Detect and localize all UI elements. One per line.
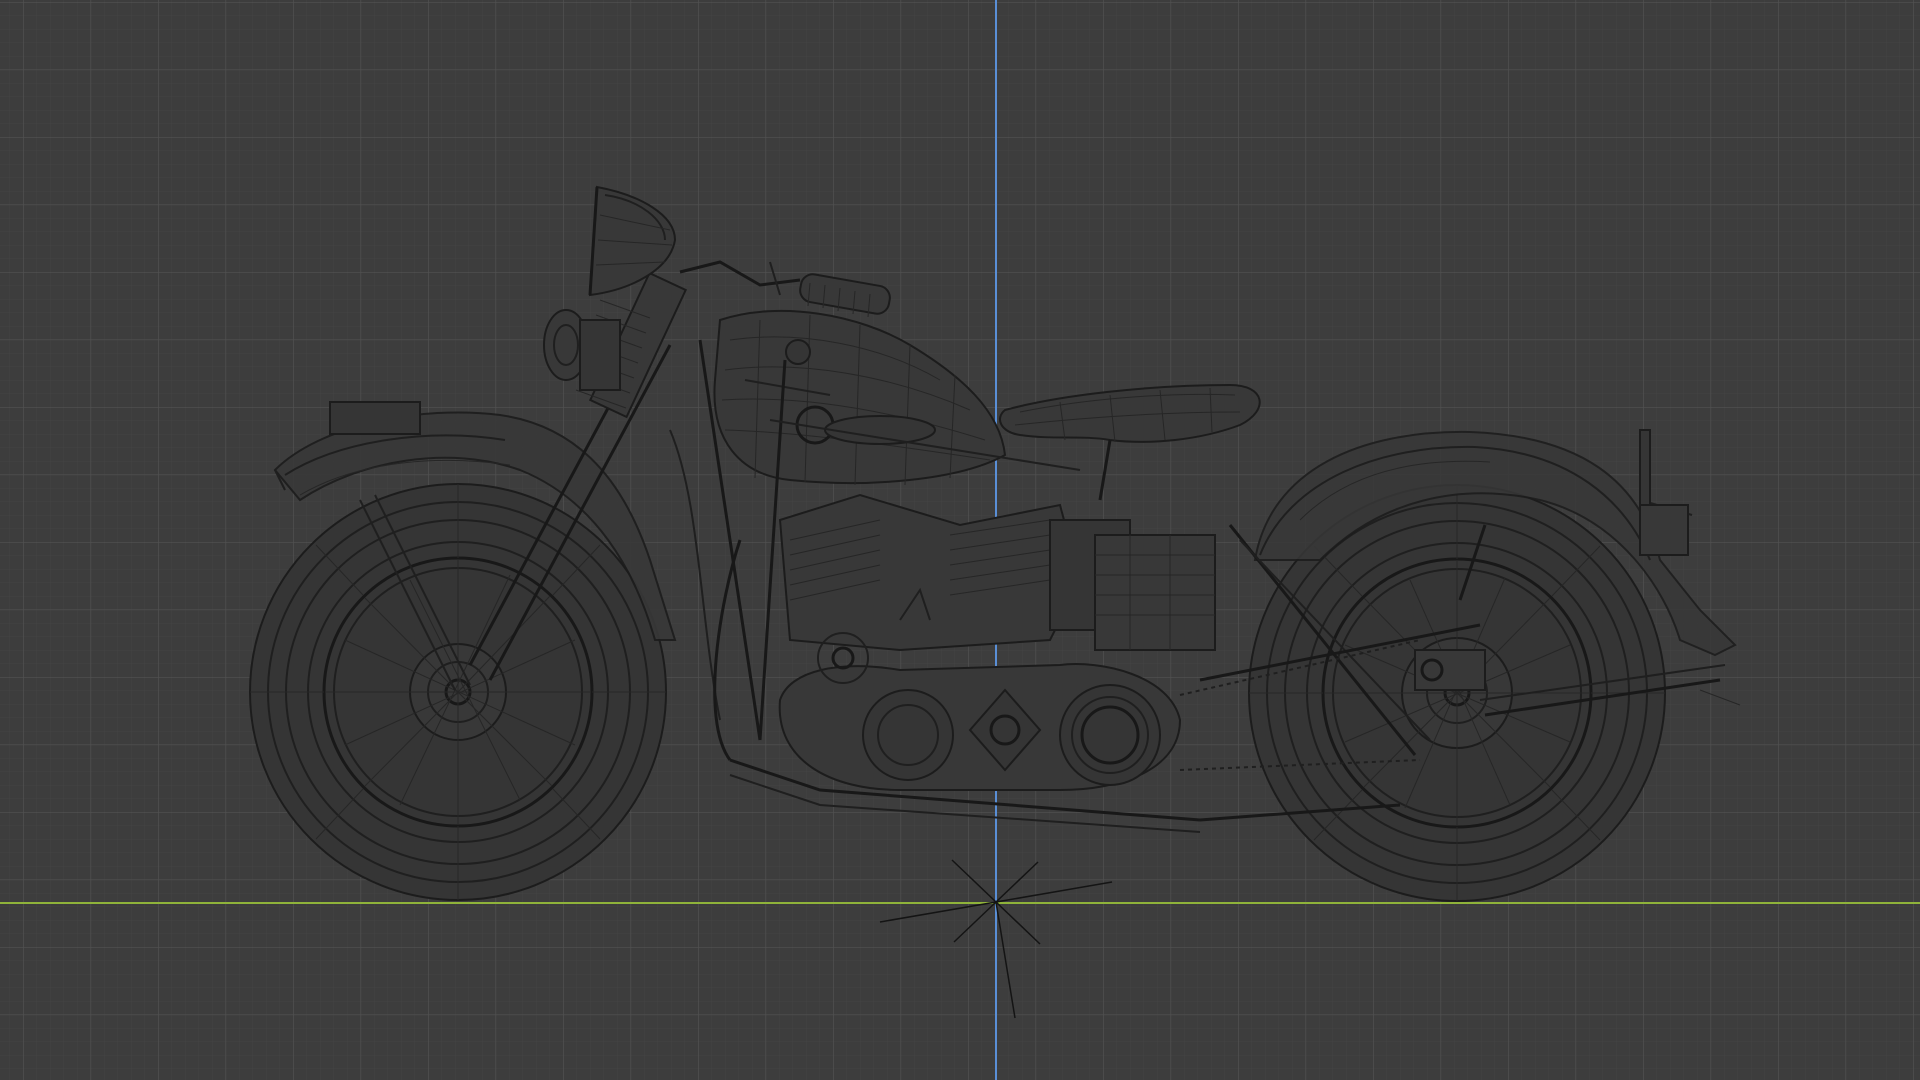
3d-viewport[interactable] bbox=[0, 0, 1920, 1080]
viewport-canvas[interactable] bbox=[0, 0, 1920, 1080]
front-wheel[interactable] bbox=[249, 483, 667, 901]
